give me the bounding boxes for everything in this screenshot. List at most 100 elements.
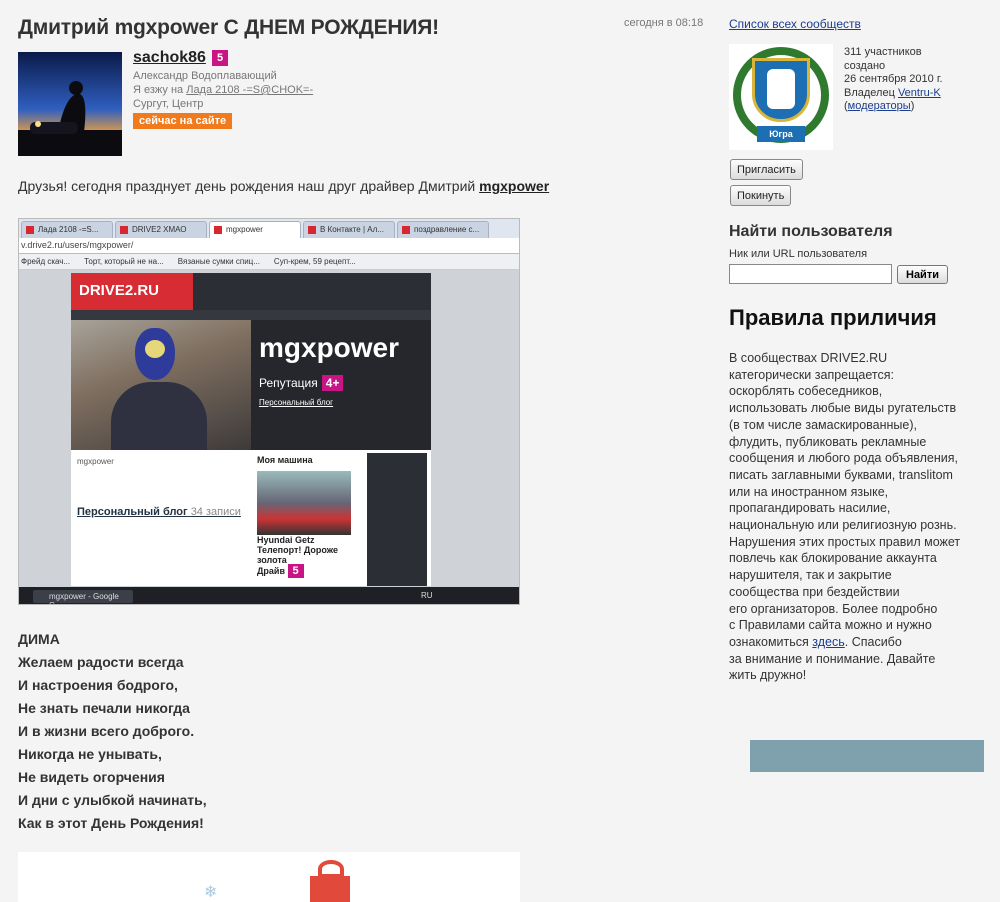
profile-reputation: Репутация 4+ <box>259 375 344 391</box>
profile-name: mgxpower <box>259 332 400 363</box>
rules-line: сообщения и любого рода объявления, <box>729 451 958 466</box>
rules-line: его организаторов. Более подробно <box>729 601 938 616</box>
intro-text: Друзья! сегодня празднует день рождения … <box>18 178 476 194</box>
post-screenshot-image: Лада 2108 -=S... DRIVE2 ХМАО mgxpower В … <box>18 218 520 605</box>
profile-hero: mgxpower Репутация 4+ Персональный блог <box>71 320 431 450</box>
post-column: Дмитрий mgxpower С ДНЕМ РОЖДЕНИЯ! сегодн… <box>0 0 720 902</box>
author-nick-link[interactable]: sachok86 <box>133 50 206 66</box>
rules-line: нарушителя, так и закрытие <box>729 568 892 583</box>
mask-shape <box>135 328 175 380</box>
rules-line: оскорблять собеседников, <box>729 384 883 399</box>
author-location: Сургут, Центр <box>133 98 204 110</box>
site-nav <box>71 310 431 320</box>
poem-line: Как в этот День Рождения! <box>18 815 204 831</box>
snowflake-icon: ❄ <box>204 884 218 901</box>
embedded-site: DRIVE2.RU mgxpower Репутация 4+ Персональ… <box>71 273 431 586</box>
owner-link[interactable]: Ventru-K <box>898 87 941 99</box>
os-taskbar: mgxpower - Google C... RU <box>19 587 519 604</box>
author-car-link[interactable]: Лада 2108 -=S@CHOK=- <box>186 84 313 96</box>
rules-line: (в том числе замаскированные), <box>729 417 918 432</box>
community-info: 311 участников создано 26 сентября 2010 … <box>844 46 943 114</box>
rules-line: за внимание и понимание. Давайте <box>729 651 936 666</box>
browser-bookmarks: Фрейд скач... Торт, который не на... Вяз… <box>19 254 519 270</box>
community-emblem[interactable]: Югра <box>729 44 833 150</box>
post-title: Дмитрий mgxpower С ДНЕМ РОЖДЕНИЯ! <box>18 16 439 39</box>
rules-line: сообщества при бездействии <box>729 584 900 599</box>
car-name: Hyundai Getz Телепорт! Дороже золота <box>257 535 339 565</box>
car-drive-badge: 5 <box>287 564 304 578</box>
browser-tab-active: mgxpower <box>209 221 301 238</box>
car-drive-label: Драйв <box>257 566 285 576</box>
rules-line: или на иностранном языке, <box>729 484 889 499</box>
poem-line: Не видеть огорчения <box>18 769 165 785</box>
author-name: Александр Водоплавающий <box>133 70 277 82</box>
author-info: sachok86 5 Александр Водоплавающий Я езж… <box>133 50 553 129</box>
author-avatar[interactable] <box>18 52 122 156</box>
profile-blog: Персональный блог 34 записи <box>77 506 247 518</box>
emblem-ribbon: Югра <box>757 126 805 142</box>
profile-nick: mgxpower <box>77 457 114 466</box>
poem-line: И настроения бодрого, <box>18 677 178 693</box>
browser-tab: Лада 2108 -=S... <box>21 221 113 238</box>
rules-line: жить дружно! <box>729 668 807 683</box>
post-time: сегодня в 08:18 <box>624 17 704 29</box>
poem-line: И в жизни всего доброго. <box>18 723 195 739</box>
moderators-link[interactable]: модераторы <box>848 100 911 112</box>
poem-line: Никогда не унывать, <box>18 746 162 762</box>
shield-icon <box>752 58 810 122</box>
browser-tab: DRIVE2 ХМАО <box>115 221 207 238</box>
car-drive: Драйв 5 <box>257 564 357 578</box>
taskbar-item: mgxpower - Google C... <box>33 590 133 604</box>
my-car-title: Моя машина <box>257 455 313 465</box>
rules-line: с Правилами сайта можно и нужно <box>729 618 932 633</box>
taskbar-lang: RU <box>421 591 433 600</box>
bookmark: Вязаные сумки спиц... <box>177 257 260 266</box>
rules-link-line: ознакомиться здесь. Спасибо <box>729 634 987 651</box>
invite-button[interactable]: Пригласить <box>730 159 803 180</box>
all-communities-link[interactable]: Список всех сообществ <box>729 17 861 31</box>
browser-tab: В Контакте | Ал... <box>303 221 395 238</box>
gift-image: ❄ <box>18 852 520 902</box>
rules-line: категорически запрещается: <box>729 367 894 382</box>
created-label: создано <box>844 59 886 72</box>
reputation-badge: 4+ <box>321 375 344 391</box>
reputation-label: Репутация <box>259 376 318 390</box>
bookmark: Торт, который не на... <box>84 257 164 266</box>
poem-line: ДИМА <box>18 631 60 647</box>
community-sidebar: Список всех сообществ Югра 311 участнико… <box>729 0 1000 902</box>
site-logo: DRIVE2.RU <box>71 273 193 310</box>
members-count: 311 участников <box>844 46 922 58</box>
avatar-image <box>18 52 122 156</box>
find-user-input[interactable] <box>729 264 892 284</box>
rules-line: пропагандировать насилие, <box>729 501 891 516</box>
person-shape <box>111 382 207 450</box>
created-date: 26 сентября 2010 г. <box>844 73 943 85</box>
poem-line: Не знать печали никогда <box>18 700 190 716</box>
browser-tabs: Лада 2108 -=S... DRIVE2 ХМАО mgxpower В … <box>19 219 519 238</box>
rules-line: использовать любые виды ругательств <box>729 401 957 416</box>
leave-button[interactable]: Покинуть <box>730 185 792 206</box>
find-user-title: Найти пользователя <box>729 223 893 240</box>
rules-line: писать заглавными буквами, translitom <box>729 467 953 482</box>
poem-line: И дни с улыбкой начинать, <box>18 792 207 808</box>
poem-line: Желаем радости всегда <box>18 654 184 670</box>
rules-link-prefix: ознакомиться <box>729 634 809 649</box>
ad-banner[interactable] <box>750 740 984 772</box>
rules-line: повлечь как блокирование аккаунта <box>729 551 937 566</box>
brand-menu <box>367 453 427 586</box>
blog-count: 34 записи <box>190 506 241 518</box>
blog-title: Персональный блог <box>77 506 188 518</box>
intro-user-link[interactable]: mgxpower <box>479 178 549 194</box>
bookmark: Суп-крем, 59 рецепт... <box>273 257 356 266</box>
drive-badge: 5 <box>211 50 229 66</box>
rules-here-link[interactable]: здесь <box>812 635 844 649</box>
my-car: Моя машина Hyundai Getz Телепорт! Дороже… <box>257 455 357 578</box>
find-user-button[interactable]: Найти <box>897 265 948 284</box>
author-car-prefix: Я езжу на <box>133 84 184 96</box>
gift-box-shape <box>310 876 350 902</box>
rules-title: Правила приличия <box>729 305 937 330</box>
rules-line: Нарушения этих простых правил может <box>729 534 961 549</box>
profile-left: mgxpower Персональный блог 34 записи <box>77 457 247 518</box>
browser-url: v.drive2.ru/users/mgxpower/ <box>19 238 519 254</box>
online-status-badge: сейчас на сайте <box>133 113 233 129</box>
